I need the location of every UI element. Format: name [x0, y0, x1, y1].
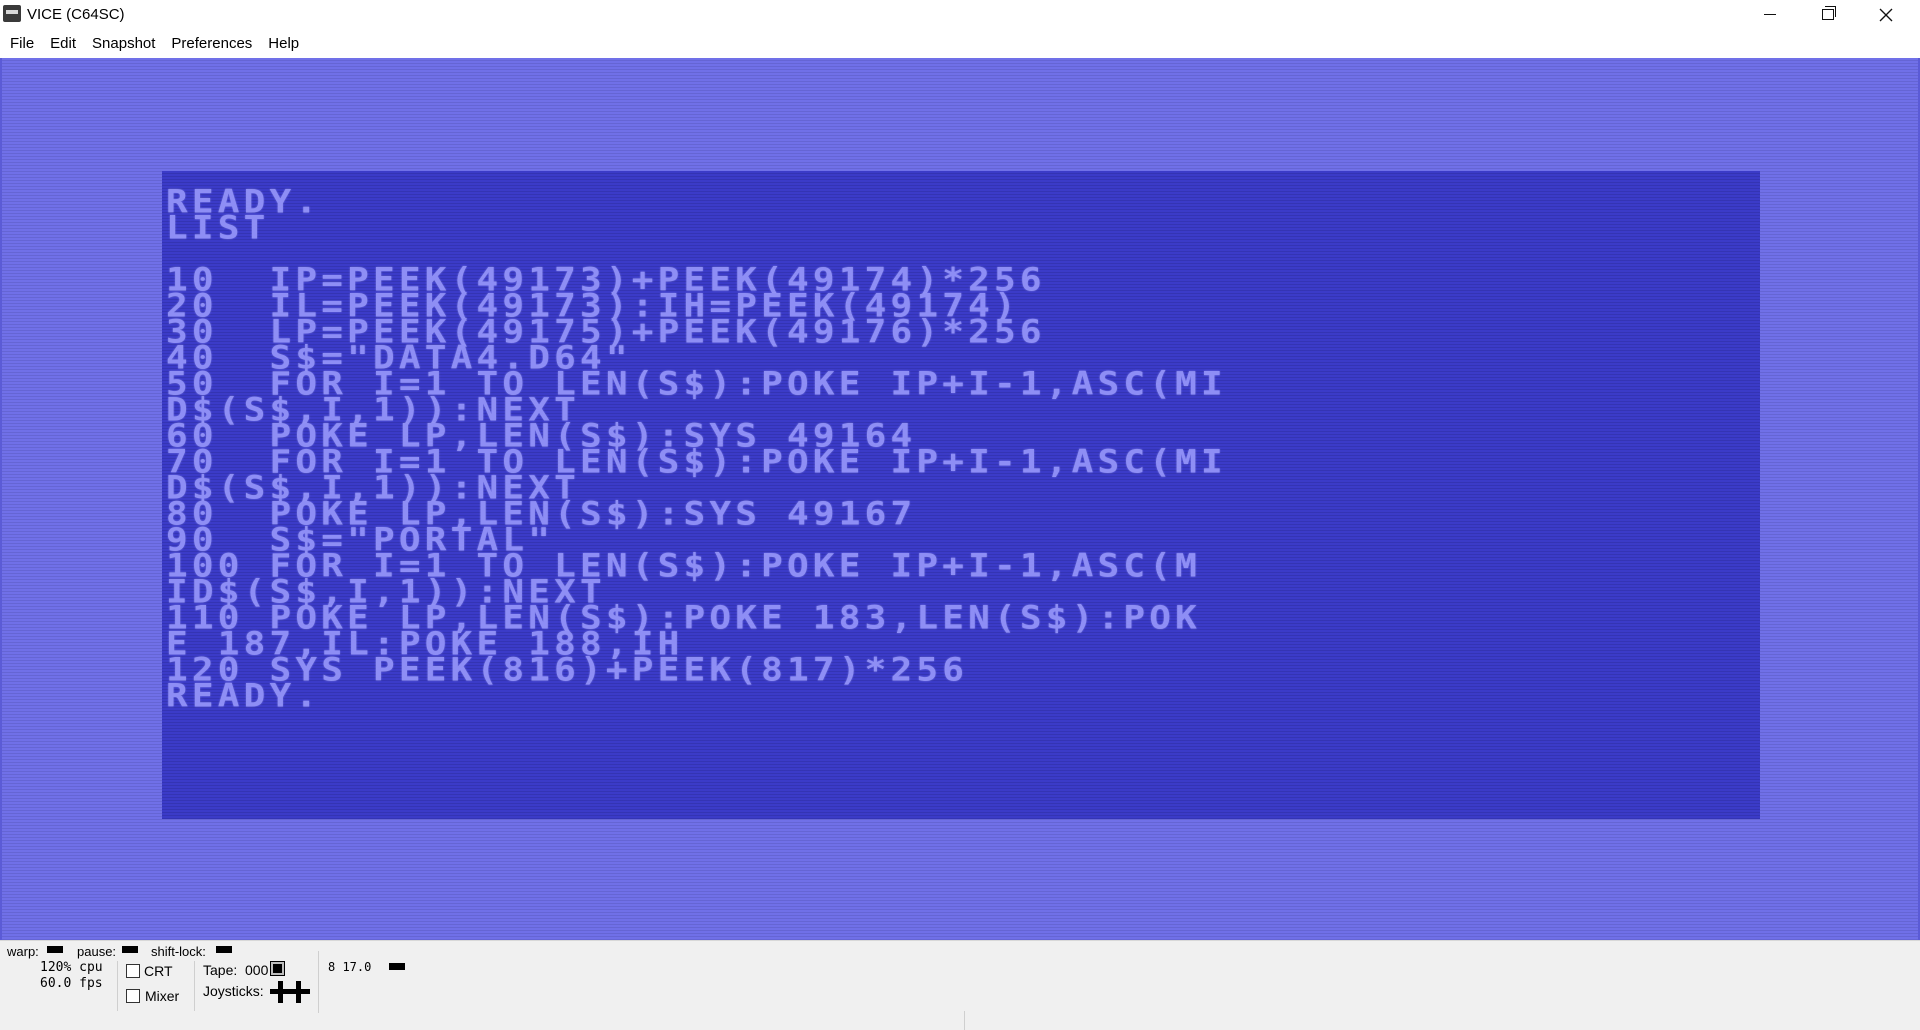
restore-button[interactable] [1799, 0, 1857, 29]
minimize-button[interactable] [1741, 0, 1799, 29]
screen-line: READY. [166, 183, 322, 221]
menu-bar: File Edit Snapshot Preferences Help [0, 29, 1920, 58]
emulator-display[interactable]: READY. LIST 10 IP=PEEK(49173)+PEEK(49174… [0, 58, 1920, 940]
tape-label: Tape: [203, 962, 238, 978]
screen-line: READY. [166, 677, 322, 715]
drive-status: 8 17.0 [328, 960, 372, 974]
c64-text-screen: READY. LIST 10 IP=PEEK(49173)+PEEK(49174… [162, 171, 1760, 819]
status-divider [964, 1011, 965, 1030]
drive-led[interactable] [389, 963, 405, 970]
screen-line: 120 SYS PEEK(816)+PEEK(817)*256 [166, 651, 969, 689]
menu-snapshot[interactable]: Snapshot [84, 29, 163, 58]
vice-app-icon[interactable] [3, 5, 21, 22]
tape-status-icon[interactable] [270, 961, 285, 976]
pause-led[interactable] [122, 946, 138, 953]
warp-led[interactable] [47, 946, 63, 953]
title-bar: VICE (C64SC) [0, 0, 1920, 29]
close-icon [1879, 8, 1893, 21]
pause-label: pause: [77, 944, 117, 959]
menu-preferences[interactable]: Preferences [163, 29, 260, 58]
crt-label: CRT [144, 963, 173, 979]
shift-lock-led[interactable] [216, 946, 232, 953]
menu-help[interactable]: Help [260, 29, 307, 58]
joysticks-label: Joysticks: [203, 983, 264, 999]
status-bar: warp: pause: shift-lock: 120% cpu 60.0 f… [0, 940, 1920, 1030]
mixer-checkbox[interactable] [126, 989, 140, 1003]
joystick-2-icon[interactable] [288, 981, 310, 1003]
tape-counter[interactable]: 000 [245, 962, 268, 978]
cpu-usage: 120% cpu [40, 960, 103, 975]
shift-lock-label: shift-lock: [151, 944, 206, 959]
crt-checkbox[interactable] [126, 964, 140, 978]
menu-edit[interactable]: Edit [42, 29, 84, 58]
basic-listing: READY. LIST 10 IP=PEEK(49173)+PEEK(49174… [166, 183, 1227, 715]
minimize-icon [1764, 14, 1776, 15]
screen-line: LIST [166, 209, 270, 247]
fps-readout: 60.0 fps [40, 976, 103, 991]
restore-icon [1822, 6, 1836, 20]
mixer-label: Mixer [145, 988, 180, 1004]
close-button[interactable] [1857, 0, 1915, 29]
warp-label: warp: [7, 944, 39, 959]
status-divider [117, 961, 118, 1011]
status-divider [194, 961, 195, 1011]
menu-file[interactable]: File [2, 29, 42, 58]
window-title: VICE (C64SC) [27, 6, 125, 23]
status-divider [318, 951, 319, 1013]
